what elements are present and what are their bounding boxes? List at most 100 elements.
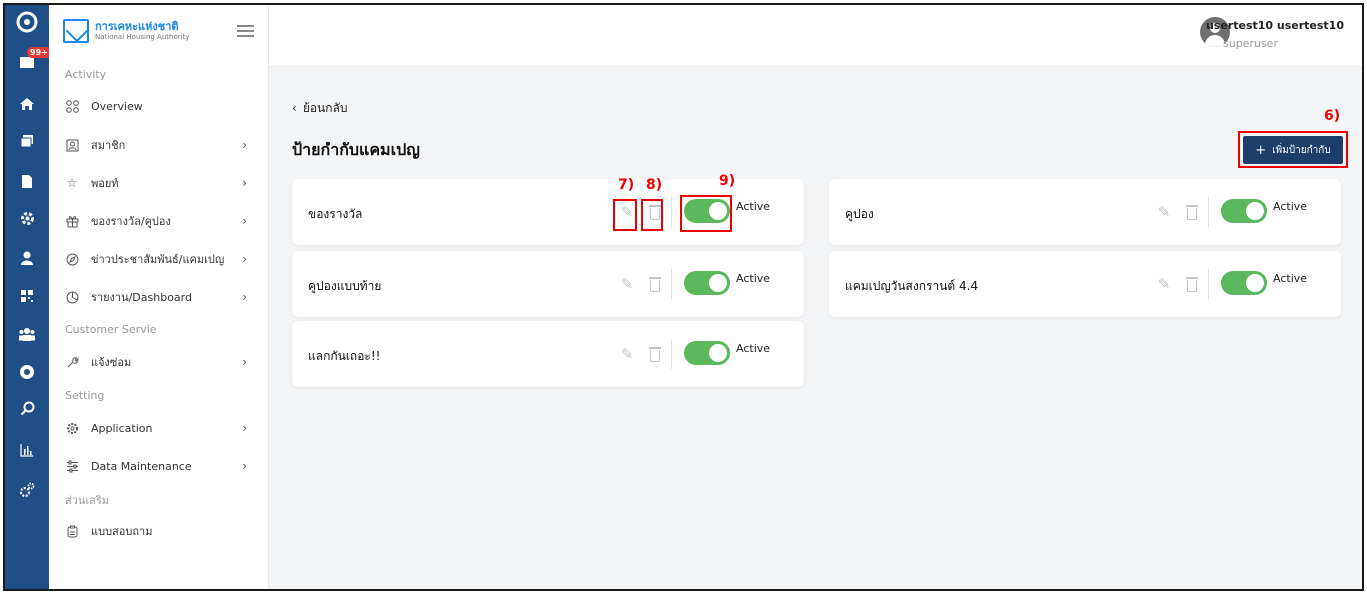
sliders-icon [63,457,81,475]
sidebar-item-rewards[interactable]: ของรางวัล/คูปอง › [61,208,257,234]
section-setting: Setting [65,389,105,402]
divider [1208,269,1209,299]
brand-logo[interactable]: การเคหะแห่งชาติ National Housing Authori… [63,19,189,43]
chevron-right-icon: › [242,290,247,304]
tag-card: คูปอง ✎ Active [829,179,1341,245]
tag-card: แคมเปญวันสงกรานต์ 4.4 ✎ Active [829,251,1341,317]
tag-name: ของรางวัล [308,207,363,221]
chevron-right-icon: › [242,355,247,369]
back-link-label: ย้อนกลับ [302,101,348,115]
sidebar-item-data-maintenance[interactable]: Data Maintenance › [61,453,257,479]
sidebar-item-label: สมาชิก [91,139,126,152]
grid-icon[interactable] [5,283,49,309]
gear-icon [63,419,81,437]
bar-chart-icon[interactable] [5,437,49,463]
sidebar-item-application[interactable]: Application › [61,415,257,441]
status-toggle[interactable] [1221,271,1267,295]
user-name[interactable]: usertest10 usertest10 [1206,19,1344,32]
status-label: Active [1273,200,1308,213]
annotation-toggle: 9) [719,173,736,189]
plus-icon: + [1255,142,1267,158]
edit-pencil-icon[interactable]: ✎ [618,275,636,293]
settings-icon[interactable] [5,205,49,231]
notification-badge: 99+ [27,47,51,58]
edit-pencil-icon[interactable]: ✎ [1155,203,1173,221]
brand-name-en: National Housing Authority [95,32,190,41]
sidebar-item-points[interactable]: ☆ พอยท์ › [61,170,257,196]
annotation-box-toggle [680,195,732,232]
sidebar-item-label: แบบสอบถาม [91,525,153,538]
tag-name: แคมเปญวันสงกรานต์ 4.4 [845,279,979,293]
divider [671,197,672,227]
edit-pencil-icon[interactable]: ✎ [618,345,636,363]
cogs-icon[interactable] [5,477,49,503]
delete-trash-icon[interactable] [1185,203,1199,221]
delete-trash-icon[interactable] [1185,275,1199,293]
chevron-right-icon: › [242,214,247,228]
sidebar-item-members[interactable]: สมาชิก › [61,132,257,158]
sidebar-item-label: Data Maintenance [91,459,192,473]
sidebar-item-repair[interactable]: แจ้งซ่อม › [61,349,257,375]
cards-icon[interactable] [5,128,49,154]
tag-card: แลกกันเถอะ!! ✎ Active [292,321,804,387]
sidebar-item-label: พอยท์ [91,177,119,190]
annotation-box-delete [641,199,663,231]
sidebar-item-label: Overview [91,99,143,113]
divider [1208,197,1209,227]
back-link[interactable]: ‹ ย้อนกลับ [292,99,348,118]
sidebar-item-label: ของรางวัล/คูปอง [91,215,171,228]
add-tag-button[interactable]: + เพิ่มป้ายกำกับ [1243,136,1343,164]
tag-name: คูปอง [845,207,874,221]
brand-c-icon[interactable] [5,9,49,35]
app-window: 99+ การเคหะแห่งชาติ National Housing Aut… [3,3,1364,591]
sidebar-item-label: รายงาน/Dashboard [91,291,192,304]
brand-name-th: การเคหะแห่งชาติ [95,19,179,33]
sidebar-item-news[interactable]: ข่าวประชาสัมพันธ์/แคมเปญ › [61,246,257,272]
annotation-add: 6) [1324,108,1341,124]
status-label: Active [736,272,771,285]
gear-circle-icon[interactable] [5,359,49,385]
status-label: Active [1273,272,1308,285]
home-icon[interactable] [5,91,49,117]
chevron-right-icon: › [242,252,247,266]
edit-pencil-icon[interactable]: ✎ [1155,275,1173,293]
chevron-right-icon: › [242,459,247,473]
chevron-right-icon: › [242,138,247,152]
house-logo-icon [63,19,89,43]
status-toggle[interactable] [1221,199,1267,223]
status-toggle[interactable] [684,341,730,365]
sidebar-item-label: แจ้งซ่อม [91,356,132,369]
section-activity: Activity [65,68,107,81]
chevron-right-icon: › [242,176,247,190]
sidebar-item-label: ข่าวประชาสัมพันธ์/แคมเปญ [91,253,225,266]
hamburger-menu-icon[interactable] [237,25,254,37]
sidebar-item-overview[interactable]: Overview [61,93,257,119]
user-icon[interactable] [5,245,49,271]
search-icon[interactable] [5,395,49,421]
compass-icon [63,250,81,268]
wrench-icon [63,353,81,371]
annotation-box-edit [613,199,637,231]
status-label: Active [736,342,771,355]
divider [671,269,672,299]
tag-card: คูปองแบบท้าย ✎ Active [292,251,804,317]
sidebar-item-report[interactable]: รายงาน/Dashboard › [61,284,257,310]
pie-chart-icon [63,288,81,306]
section-extra: ส่วนเสริม [65,494,110,507]
sidebar-item-label: Application [91,421,153,435]
group-icon[interactable] [5,321,49,347]
member-card-icon [63,136,81,154]
tag-name: แลกกันเถอะ!! [308,349,381,363]
icon-rail: 99+ [5,5,51,589]
chevron-right-icon: › [242,421,247,435]
overview-icon [63,97,81,115]
document-icon[interactable] [5,168,49,194]
sidebar: การเคหะแห่งชาติ National Housing Authori… [49,5,269,589]
add-tag-button-label: เพิ่มป้ายกำกับ [1272,144,1331,156]
delete-trash-icon[interactable] [648,275,662,293]
top-bar: usertest10 usertest10 [269,5,1362,67]
star-icon: ☆ [66,176,78,190]
status-toggle[interactable] [684,271,730,295]
sidebar-item-survey[interactable]: แบบสอบถาม [61,518,257,544]
delete-trash-icon[interactable] [648,345,662,363]
